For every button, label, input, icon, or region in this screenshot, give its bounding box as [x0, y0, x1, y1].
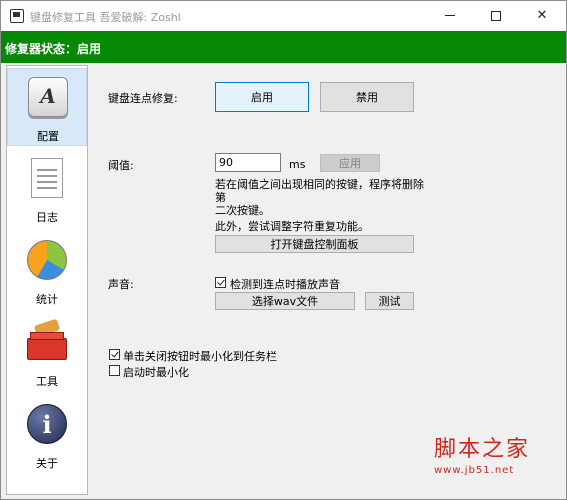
sidebar-item-label: 日志	[36, 211, 58, 224]
status-text: 修复器状态：启用	[5, 42, 102, 56]
sidebar-item-label: 统计	[36, 293, 58, 306]
minimize-icon	[445, 15, 455, 16]
keyboard-key-icon: A	[28, 77, 68, 117]
disable-button[interactable]: 禁用	[320, 82, 414, 112]
sidebar-item-stats[interactable]: 统计	[7, 232, 87, 310]
sidebar-item-about[interactable]: i 关于	[7, 396, 87, 474]
info-icon: i	[27, 404, 67, 444]
enable-button[interactable]: 启用	[215, 82, 309, 112]
repair-label: 键盘连点修复:	[108, 92, 178, 105]
maximize-icon	[491, 10, 501, 21]
maximize-button[interactable]	[473, 1, 519, 31]
test-sound-button[interactable]: 测试	[365, 292, 414, 310]
pie-chart-icon	[27, 240, 67, 280]
app-icon	[10, 9, 24, 23]
threshold-label: 阈值:	[108, 159, 134, 172]
sidebar-item-label: 工具	[36, 375, 58, 388]
open-keyboard-panel-button[interactable]: 打开键盘控制面板	[215, 235, 414, 253]
threshold-input[interactable]: 90	[215, 153, 281, 172]
sidebar-item-label: 配置	[37, 130, 59, 143]
log-document-icon	[31, 158, 63, 198]
sidebar-item-tools[interactable]: 工具	[7, 314, 87, 392]
app-window: 键盘修复工具 吾爱破解: Zoshl ✕ 修复器状态：启用 A 配置 日志 统计	[0, 0, 567, 500]
sidebar: A 配置 日志 统计 工具 i 关于	[6, 65, 88, 495]
minimize-on-close-label[interactable]: 单击关闭按钮时最小化到任务栏	[123, 348, 277, 364]
watermark-url: www.jb51.net	[434, 465, 515, 476]
start-minimized-checkbox[interactable]	[109, 365, 120, 376]
window-title: 键盘修复工具 吾爱破解: Zoshl	[30, 11, 181, 24]
choose-wav-button[interactable]: 选择wav文件	[215, 292, 355, 310]
sidebar-item-label: 关于	[36, 457, 58, 470]
close-icon: ✕	[536, 8, 548, 23]
status-bar: 修复器状态：启用	[1, 31, 566, 63]
watermark: 脚本之家 www.jb51.net	[434, 431, 530, 476]
title-bar: 键盘修复工具 吾爱破解: Zoshl ✕	[1, 1, 566, 31]
minimize-button[interactable]	[427, 1, 473, 31]
close-button[interactable]: ✕	[519, 1, 565, 31]
apply-button[interactable]: 应用	[320, 154, 380, 172]
sidebar-item-config[interactable]: A 配置	[7, 68, 87, 146]
sidebar-item-log[interactable]: 日志	[7, 150, 87, 228]
minimize-on-close-checkbox[interactable]	[109, 349, 120, 360]
extra-note: 此外，尝试调整字符重复功能。	[215, 220, 369, 233]
threshold-description: 若在阈值之间出现相同的按键，程序将删除第 二次按键。	[215, 178, 424, 217]
threshold-unit: ms	[289, 158, 306, 171]
toolbox-icon	[27, 318, 67, 362]
sound-label: 声音:	[108, 278, 134, 291]
play-sound-label[interactable]: 检测到连点时播放声音	[230, 276, 340, 292]
watermark-text: 脚本之家	[434, 437, 531, 462]
start-minimized-label[interactable]: 启动时最小化	[123, 364, 189, 380]
play-sound-checkbox[interactable]	[215, 277, 226, 288]
